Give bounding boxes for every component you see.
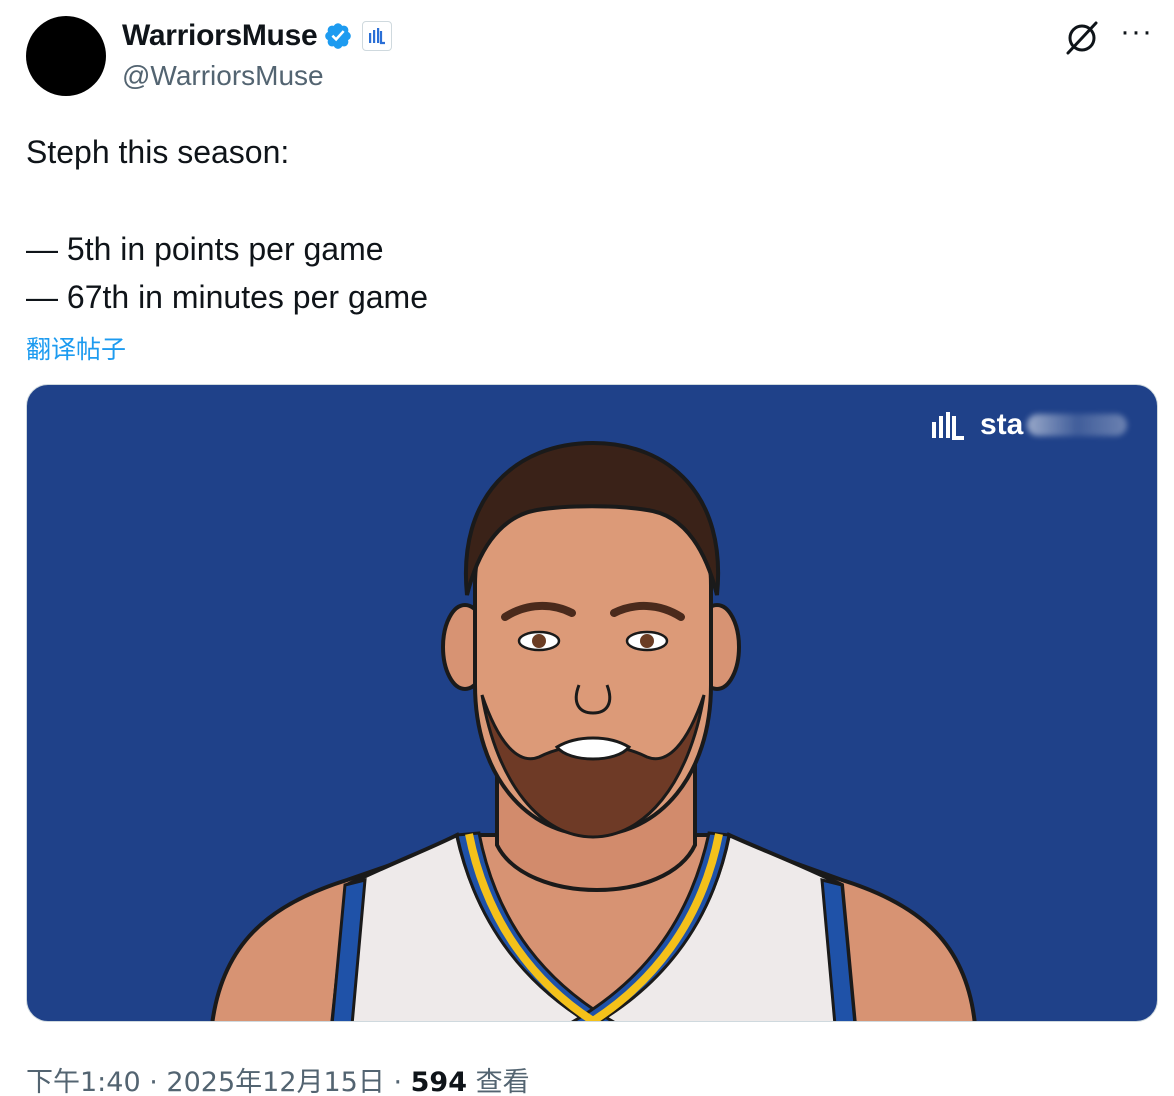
watermark-blur xyxy=(1027,414,1128,436)
more-icon[interactable]: ··· xyxy=(1120,17,1160,52)
tweet-media-image[interactable] xyxy=(26,384,1158,1022)
verified-badge-icon[interactable] xyxy=(323,21,353,51)
display-name[interactable]: WarriorsMuse xyxy=(122,19,318,53)
tweet-date[interactable]: 2025年12月15日 xyxy=(166,1067,384,1096)
meta-separator: · xyxy=(393,1067,403,1096)
player-illustration xyxy=(210,440,977,1021)
statmuse-logo-icon xyxy=(932,412,964,440)
statmuse-watermark: sta xyxy=(930,408,1128,442)
grok-icon[interactable] xyxy=(1062,18,1102,58)
translate-post-link[interactable]: 翻译帖子 xyxy=(26,330,126,366)
views-label: 查看 xyxy=(475,1067,530,1096)
tweet-text-line: — 67th in minutes per game xyxy=(26,279,428,315)
avatar[interactable] xyxy=(26,16,106,96)
author-handle[interactable]: @WarriorsMuse xyxy=(122,60,324,92)
views-count[interactable]: 594 xyxy=(411,1067,467,1096)
statmuse-badge-icon[interactable] xyxy=(362,21,393,51)
tweet-time[interactable]: 下午1:40 xyxy=(26,1067,141,1096)
tweet-text-line: Steph this season: xyxy=(26,134,290,170)
tweet-meta: 下午1:40 · 2025年12月15日 · 594 查看 xyxy=(26,1060,530,1096)
meta-separator: · xyxy=(149,1067,158,1096)
author-name-row: WarriorsMuse xyxy=(122,18,393,54)
tweet-card: WarriorsMuse @WarriorsMuse ··· Steph thi… xyxy=(0,0,1174,1096)
watermark-text: sta xyxy=(980,408,1024,441)
tweet-text-line: — 5th in points per game xyxy=(26,231,384,267)
